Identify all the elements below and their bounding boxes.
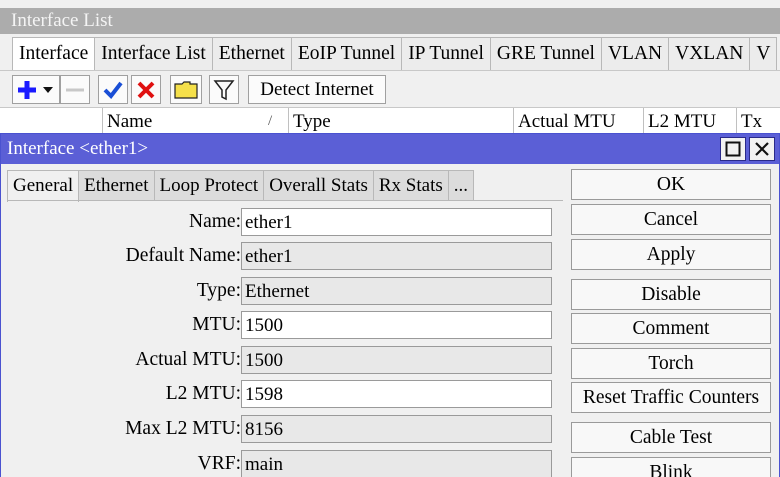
cancel-button[interactable]: Cancel [571, 204, 771, 235]
tab-ethernet-settings[interactable]: Ethernet [78, 170, 155, 201]
column-type[interactable]: Type [288, 108, 513, 134]
column-l2-mtu[interactable]: L2 MTU [643, 108, 736, 134]
name-input[interactable]: ether1 [241, 208, 552, 236]
interface-dialog: Interface <ether1> General Ethernet Loop… [0, 133, 780, 477]
tab-overflow[interactable]: V [749, 37, 778, 70]
apply-button[interactable]: Apply [571, 239, 771, 270]
tab-more[interactable]: ... [447, 170, 474, 201]
tab-gre-tunnel[interactable]: GRE Tunnel [489, 37, 602, 70]
mtu-input[interactable]: 1500 [241, 311, 552, 339]
interface-table-header: Name / Type Actual MTU L2 MTU Tx [0, 107, 780, 134]
disable-button[interactable] [131, 75, 161, 104]
disable-interface-button[interactable]: Disable [571, 279, 771, 310]
field-row-actual-mtu: Actual MTU: 1500 [7, 345, 563, 375]
vrf-label: VRF: [197, 453, 241, 474]
dialog-tabs: General Ethernet Loop Protect Overall St… [7, 170, 474, 202]
close-button[interactable] [749, 137, 775, 161]
comment-interface-button[interactable]: Comment [571, 313, 771, 344]
type-label: Type: [196, 280, 241, 301]
tab-vxlan[interactable]: VXLAN [668, 37, 751, 70]
field-row-max-l2-mtu: Max L2 MTU: 8156 [7, 414, 563, 444]
tab-vlan[interactable]: VLAN [600, 37, 670, 70]
general-form: Name: ether1 Default Name: ether1 Type: … [7, 200, 563, 477]
maximize-button[interactable] [720, 137, 746, 161]
comment-button[interactable] [170, 75, 202, 104]
tab-ip-tunnel[interactable]: IP Tunnel [401, 37, 491, 70]
max-l2-mtu-label: Max L2 MTU: [125, 418, 241, 439]
tab-loop-protect[interactable]: Loop Protect [153, 170, 265, 201]
detect-internet-button[interactable]: Detect Internet [248, 75, 386, 104]
column-tx[interactable]: Tx [736, 108, 780, 134]
default-name-label: Default Name: [125, 245, 241, 266]
add-icon [18, 80, 53, 99]
field-row-name: Name: ether1 [7, 207, 563, 237]
tab-eoip-tunnel[interactable]: EoIP Tunnel [290, 37, 403, 70]
column-actual-mtu[interactable]: Actual MTU [513, 108, 643, 134]
field-row-mtu: MTU: 1500 [7, 310, 563, 340]
reset-traffic-counters-button[interactable]: Reset Traffic Counters [571, 382, 771, 413]
cable-test-button[interactable]: Cable Test [571, 422, 771, 453]
column-blank [0, 108, 102, 134]
column-name[interactable]: Name [102, 108, 288, 134]
folder-icon [174, 80, 198, 99]
l2-mtu-label: L2 MTU: [165, 383, 241, 404]
tab-ethernet[interactable]: Ethernet [211, 37, 292, 70]
field-row-type: Type: Ethernet [7, 276, 563, 306]
l2-mtu-input[interactable]: 1598 [241, 380, 552, 408]
tab-interface[interactable]: Interface [12, 37, 96, 71]
sort-indicator-icon: / [268, 113, 273, 129]
interface-list-title: Interface List [0, 8, 780, 34]
type-value: Ethernet [241, 277, 552, 305]
actual-mtu-value: 1500 [241, 346, 552, 374]
maximize-icon [725, 141, 741, 157]
filter-button[interactable] [209, 75, 239, 104]
tab-rx-stats[interactable]: Rx Stats [372, 170, 449, 201]
name-label: Name: [189, 211, 241, 232]
add-button[interactable] [12, 75, 60, 104]
field-row-l2-mtu: L2 MTU: 1598 [7, 379, 563, 409]
close-icon [755, 142, 769, 156]
torch-button[interactable]: Torch [571, 348, 771, 379]
tab-interface-list[interactable]: Interface List [94, 37, 213, 70]
default-name-value: ether1 [241, 242, 552, 270]
cross-icon [137, 81, 155, 98]
tab-general[interactable]: General [7, 170, 80, 202]
field-row-vrf: VRF: main [7, 449, 563, 477]
filter-icon [213, 79, 235, 100]
ok-button[interactable]: OK [571, 169, 771, 200]
enable-button[interactable] [98, 75, 128, 104]
minus-icon [66, 88, 84, 91]
interface-list-tabs: Interface Interface List Ethernet EoIP T… [12, 37, 778, 71]
remove-button[interactable] [60, 75, 90, 104]
actual-mtu-label: Actual MTU: [135, 349, 241, 370]
mtu-label: MTU: [192, 314, 241, 335]
blink-button[interactable]: Blink [571, 457, 771, 477]
check-icon [103, 81, 123, 99]
interface-toolbar: Detect Internet [0, 70, 780, 107]
tab-overall-stats[interactable]: Overall Stats [263, 170, 374, 201]
field-row-default-name: Default Name: ether1 [7, 241, 563, 271]
dialog-title: Interface <ether1> [1, 134, 779, 164]
vrf-value[interactable]: main [241, 450, 552, 477]
max-l2-mtu-value: 8156 [241, 415, 552, 443]
